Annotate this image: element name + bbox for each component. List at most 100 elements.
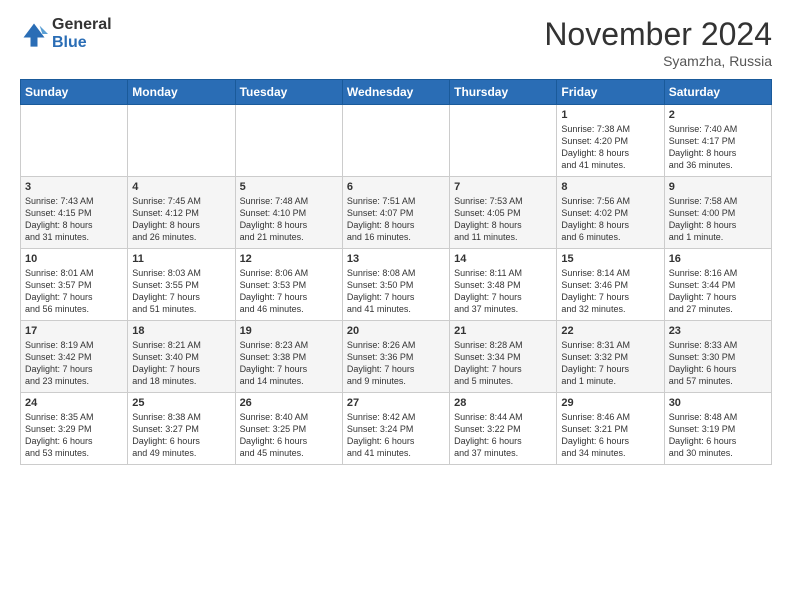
table-row [450, 105, 557, 177]
day-number: 30 [669, 397, 767, 409]
table-row: 22Sunrise: 8:31 AM Sunset: 3:32 PM Dayli… [557, 321, 664, 393]
header: General Blue November 2024 Syamzha, Russ… [20, 16, 772, 69]
table-row: 23 Sunrise: 8:33 AM Sunset: 3:30 PM Dayli… [664, 321, 771, 393]
day-info: Sunrise: 8:21 AM Sunset: 3:40 PM Dayligh… [132, 339, 230, 388]
day-number: 25 [132, 397, 230, 409]
table-row [128, 105, 235, 177]
table-row [342, 105, 449, 177]
calendar-week-row: 17 Sunrise: 8:19 AM Sunset: 3:42 PM Dayli… [21, 321, 772, 393]
header-friday: Friday [557, 80, 664, 105]
day-number: 16 [669, 253, 767, 265]
table-row [21, 105, 128, 177]
table-row: 30 Sunrise: 8:48 AM Sunset: 3:19 PM Dayli… [664, 393, 771, 465]
logo-general-text: General [52, 16, 112, 34]
table-row: 26Sunrise: 8:40 AM Sunset: 3:25 PM Dayli… [235, 393, 342, 465]
calendar-week-row: 1 Sunrise: 7:38 AM Sunset: 4:20 PM Daylig… [21, 105, 772, 177]
table-row: 1 Sunrise: 7:38 AM Sunset: 4:20 PM Daylig… [557, 105, 664, 177]
day-info: Sunrise: 8:19 AM Sunset: 3:42 PM Dayligh… [25, 339, 123, 388]
table-row: 27 Sunrise: 8:42 AM Sunset: 3:24 PM Dayli… [342, 393, 449, 465]
day-info: Sunrise: 8:46 AM Sunset: 3:21 PM Dayligh… [561, 411, 659, 460]
day-info: Sunrise: 8:44 AM Sunset: 3:22 PM Dayligh… [454, 411, 552, 460]
header-tuesday: Tuesday [235, 80, 342, 105]
table-row: 4 Sunrise: 7:45 AM Sunset: 4:12 PM Daylig… [128, 177, 235, 249]
calendar-week-row: 3 Sunrise: 7:43 AM Sunset: 4:15 PM Daylig… [21, 177, 772, 249]
day-info: Sunrise: 7:40 AM Sunset: 4:17 PM Dayligh… [669, 123, 767, 172]
day-info: Sunrise: 7:53 AM Sunset: 4:05 PM Dayligh… [454, 195, 552, 244]
day-info: Sunrise: 8:38 AM Sunset: 3:27 PM Dayligh… [132, 411, 230, 460]
day-number: 20 [347, 325, 445, 337]
table-row: 15Sunrise: 8:14 AM Sunset: 3:46 PM Dayli… [557, 249, 664, 321]
logo-blue-text: Blue [52, 34, 112, 52]
day-number: 12 [240, 253, 338, 265]
day-number: 23 [669, 325, 767, 337]
title-block: November 2024 Syamzha, Russia [544, 16, 772, 69]
day-number: 4 [132, 181, 230, 193]
day-info: Sunrise: 7:45 AM Sunset: 4:12 PM Dayligh… [132, 195, 230, 244]
day-number: 7 [454, 181, 552, 193]
day-number: 28 [454, 397, 552, 409]
table-row: 3 Sunrise: 7:43 AM Sunset: 4:15 PM Daylig… [21, 177, 128, 249]
logo-icon [20, 20, 48, 48]
location: Syamzha, Russia [544, 53, 772, 69]
day-number: 13 [347, 253, 445, 265]
day-info: Sunrise: 8:33 AM Sunset: 3:30 PM Dayligh… [669, 339, 767, 388]
table-row: 19Sunrise: 8:23 AM Sunset: 3:38 PM Dayli… [235, 321, 342, 393]
day-number: 10 [25, 253, 123, 265]
day-info: Sunrise: 7:38 AM Sunset: 4:20 PM Dayligh… [561, 123, 659, 172]
day-info: Sunrise: 8:42 AM Sunset: 3:24 PM Dayligh… [347, 411, 445, 460]
table-row: 12 Sunrise: 8:06 AM Sunset: 3:53 PM Dayli… [235, 249, 342, 321]
header-wednesday: Wednesday [342, 80, 449, 105]
day-number: 14 [454, 253, 552, 265]
day-info: Sunrise: 8:48 AM Sunset: 3:19 PM Dayligh… [669, 411, 767, 460]
day-info: Sunrise: 8:06 AM Sunset: 3:53 PM Dayligh… [240, 267, 338, 316]
table-row: 28 Sunrise: 8:44 AM Sunset: 3:22 PM Dayli… [450, 393, 557, 465]
table-row: 2 Sunrise: 7:40 AM Sunset: 4:17 PM Daylig… [664, 105, 771, 177]
day-info: Sunrise: 7:43 AM Sunset: 4:15 PM Dayligh… [25, 195, 123, 244]
day-info: Sunrise: 7:51 AM Sunset: 4:07 PM Dayligh… [347, 195, 445, 244]
table-row: 10 Sunrise: 8:01 AM Sunset: 3:57 PM Dayli… [21, 249, 128, 321]
day-number: 9 [669, 181, 767, 193]
day-number: 29 [561, 397, 659, 409]
header-saturday: Saturday [664, 80, 771, 105]
day-number: 19 [240, 325, 338, 337]
table-row: 25 Sunrise: 8:38 AM Sunset: 3:27 PM Dayli… [128, 393, 235, 465]
day-info: Sunrise: 8:03 AM Sunset: 3:55 PM Dayligh… [132, 267, 230, 316]
day-number: 15 [561, 253, 659, 265]
day-number: 11 [132, 253, 230, 265]
day-info: Sunrise: 8:28 AM Sunset: 3:34 PM Dayligh… [454, 339, 552, 388]
day-info: Sunrise: 8:08 AM Sunset: 3:50 PM Dayligh… [347, 267, 445, 316]
table-row: 13 Sunrise: 8:08 AM Sunset: 3:50 PM Dayli… [342, 249, 449, 321]
table-row: 8 Sunrise: 7:56 AM Sunset: 4:02 PM Daylig… [557, 177, 664, 249]
day-info: Sunrise: 8:11 AM Sunset: 3:48 PM Dayligh… [454, 267, 552, 316]
table-row: 21 Sunrise: 8:28 AM Sunset: 3:34 PM Dayli… [450, 321, 557, 393]
table-row: 5Sunrise: 7:48 AM Sunset: 4:10 PM Daylig… [235, 177, 342, 249]
calendar-week-row: 10 Sunrise: 8:01 AM Sunset: 3:57 PM Dayli… [21, 249, 772, 321]
logo: General Blue [20, 16, 112, 51]
day-number: 8 [561, 181, 659, 193]
day-number: 3 [25, 181, 123, 193]
page: General Blue November 2024 Syamzha, Russ… [0, 0, 792, 612]
table-row: 18Sunrise: 8:21 AM Sunset: 3:40 PM Dayli… [128, 321, 235, 393]
day-number: 2 [669, 109, 767, 121]
day-info: Sunrise: 8:40 AM Sunset: 3:25 PM Dayligh… [240, 411, 338, 460]
table-row: 16 Sunrise: 8:16 AM Sunset: 3:44 PM Dayli… [664, 249, 771, 321]
day-info: Sunrise: 8:16 AM Sunset: 3:44 PM Dayligh… [669, 267, 767, 316]
day-info: Sunrise: 7:58 AM Sunset: 4:00 PM Dayligh… [669, 195, 767, 244]
day-number: 17 [25, 325, 123, 337]
day-number: 1 [561, 109, 659, 121]
day-number: 21 [454, 325, 552, 337]
table-row: 9 Sunrise: 7:58 AM Sunset: 4:00 PM Daylig… [664, 177, 771, 249]
day-info: Sunrise: 7:48 AM Sunset: 4:10 PM Dayligh… [240, 195, 338, 244]
table-row [235, 105, 342, 177]
table-row: 24Sunrise: 8:35 AM Sunset: 3:29 PM Dayli… [21, 393, 128, 465]
day-number: 6 [347, 181, 445, 193]
day-number: 27 [347, 397, 445, 409]
table-row: 20 Sunrise: 8:26 AM Sunset: 3:36 PM Dayli… [342, 321, 449, 393]
day-info: Sunrise: 8:01 AM Sunset: 3:57 PM Dayligh… [25, 267, 123, 316]
header-sunday: Sunday [21, 80, 128, 105]
month-title: November 2024 [544, 16, 772, 53]
table-row: 17 Sunrise: 8:19 AM Sunset: 3:42 PM Dayli… [21, 321, 128, 393]
day-info: Sunrise: 7:56 AM Sunset: 4:02 PM Dayligh… [561, 195, 659, 244]
day-info: Sunrise: 8:26 AM Sunset: 3:36 PM Dayligh… [347, 339, 445, 388]
table-row: 11 Sunrise: 8:03 AM Sunset: 3:55 PM Dayli… [128, 249, 235, 321]
